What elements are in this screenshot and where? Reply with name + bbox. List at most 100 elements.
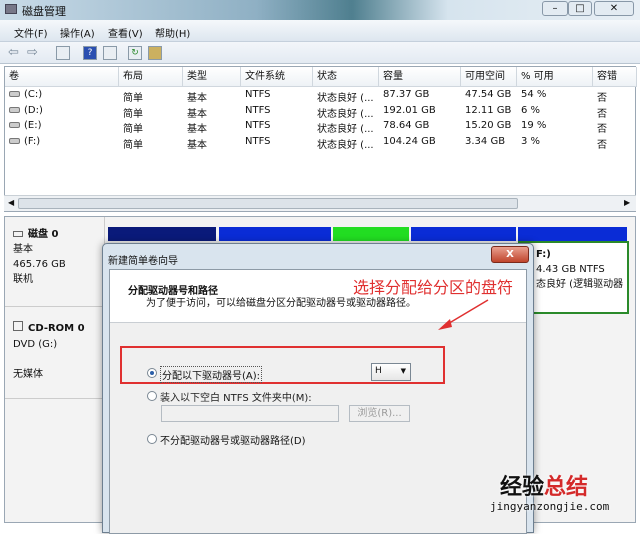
forward-icon[interactable]: ⇨: [27, 45, 38, 60]
drive-letter-value: H: [375, 366, 382, 376]
disk0-name: 磁盘 0: [28, 229, 59, 240]
free-space-bar[interactable]: [333, 227, 409, 241]
dialog-close-button[interactable]: X: [491, 246, 529, 263]
cell-text: 54 %: [521, 89, 547, 100]
col-free-space[interactable]: 可用空间: [461, 67, 517, 87]
drive-icon: [9, 106, 20, 113]
menu-action[interactable]: 操作(A): [60, 25, 95, 40]
col-capacity[interactable]: 容量: [379, 67, 461, 87]
table-cell: 基本: [187, 120, 207, 135]
toolbar: ⇦ ⇨ ? ↻: [0, 42, 640, 64]
cdrom0-status: 无媒体: [13, 369, 43, 380]
cdrom0-name: CD-ROM 0: [28, 323, 85, 334]
annotation-arrow: [438, 299, 489, 330]
watermark: 经验总结 jingyanzongjie.com: [490, 475, 609, 514]
table-cell: 基本: [187, 136, 207, 151]
cell-text: 否: [597, 93, 607, 104]
disk-icon: [13, 231, 23, 237]
scroll-left-icon[interactable]: ◀: [8, 198, 14, 207]
col-filesystem[interactable]: 文件系统: [241, 67, 313, 87]
cell-text: 87.37 GB: [383, 89, 430, 100]
table-cell: 简单: [123, 120, 143, 135]
cell-text: 78.64 GB: [383, 120, 430, 131]
cell-text: 基本: [187, 93, 207, 104]
table-row[interactable]: (D:) 简单 基本 NTFS 状态良好 (... 192.01 GB 12.11 GB 6 …: [5, 104, 635, 120]
table-cell: 否: [597, 105, 607, 120]
menu-help[interactable]: 帮助(H): [155, 25, 190, 40]
table-cell: 192.01 GB: [383, 105, 436, 116]
cdrom-icon: [13, 321, 23, 331]
window-title: 磁盘管理: [22, 5, 66, 18]
cdrom0-type: DVD (G:): [13, 339, 58, 350]
action-pane-icon[interactable]: [103, 46, 117, 60]
menu-view[interactable]: 查看(V): [108, 25, 143, 40]
table-cell: NTFS: [245, 120, 271, 131]
no-assign-radio[interactable]: [147, 434, 157, 444]
cell-text: 47.54 GB: [465, 89, 512, 100]
assign-letter-radio[interactable]: [147, 368, 157, 378]
cell-text: 基本: [187, 124, 207, 135]
disk0-size: 465.76 GB: [13, 259, 66, 270]
properties-icon[interactable]: [148, 46, 162, 60]
minimize-button[interactable]: –: [542, 1, 568, 16]
drive-icon: [9, 122, 20, 128]
partition-d-bar[interactable]: [219, 227, 331, 241]
cdrom0-info[interactable]: CD-ROM 0 DVD (G:) 无媒体: [5, 309, 105, 399]
table-cell: 简单: [123, 105, 143, 120]
cell-text: 3 %: [521, 135, 541, 147]
table-cell: 87.37 GB: [383, 89, 429, 100]
table-cell: 104.24 GB: [383, 136, 436, 147]
col-status[interactable]: 状态: [313, 67, 379, 87]
partition-f-label: F:): [536, 249, 551, 260]
cell-text: NTFS: [245, 104, 271, 116]
table-cell: 否: [597, 120, 607, 135]
table-row[interactable]: (F:) 简单 基本 NTFS 状态良好 (... 104.24 GB 3.34 GB 3 %…: [5, 135, 635, 151]
table-cell: 12.11 GB: [465, 105, 511, 116]
close-button[interactable]: ✕: [594, 1, 634, 16]
horizontal-scrollbar[interactable]: ◀ ▶: [4, 195, 636, 211]
table-row[interactable]: (E:) 简单 基本 NTFS 状态良好 (... 78.64 GB 15.20 GB 19 …: [5, 119, 635, 135]
browse-button[interactable]: 浏览(R)...: [349, 405, 410, 422]
table-cell: 状态良好 (...: [317, 105, 374, 120]
drive-letter-dropdown[interactable]: H ▼: [371, 363, 411, 381]
scroll-right-icon[interactable]: ▶: [624, 198, 630, 207]
disk0-info[interactable]: 磁盘 0 基本 465.76 GB 联机: [5, 217, 105, 307]
scroll-thumb[interactable]: [18, 198, 518, 209]
partition-f-bar[interactable]: [518, 227, 627, 241]
cell-text: 简单: [123, 93, 143, 104]
table-cell: 3 %: [521, 136, 540, 147]
console-tree-icon[interactable]: [56, 46, 70, 60]
cell-text: 基本: [187, 139, 207, 151]
partition-f-block[interactable]: F:) 4.43 GB NTFS 态良好 (逻辑驱动器: [518, 241, 629, 314]
partition-e-bar[interactable]: [411, 227, 516, 241]
maximize-button[interactable]: □: [568, 1, 592, 16]
col-layout[interactable]: 布局: [119, 67, 183, 87]
menu-file[interactable]: 文件(F): [14, 25, 48, 40]
cell-text: 状态良好 (...: [317, 124, 374, 135]
watermark-cn1: 经验: [500, 475, 545, 500]
col-percent-free[interactable]: % 可用: [517, 67, 593, 87]
cell-text: 104.24 GB: [383, 135, 436, 147]
table-cell: 47.54 GB: [465, 89, 511, 100]
table-cell: 否: [597, 89, 607, 104]
refresh-icon[interactable]: ↻: [128, 46, 142, 60]
folder-path-input[interactable]: [161, 405, 339, 422]
no-assign-label[interactable]: 不分配驱动器号或驱动器路径(D): [160, 432, 306, 447]
help-icon[interactable]: ?: [83, 46, 97, 60]
mount-folder-label[interactable]: 装入以下空白 NTFS 文件夹中(M):: [160, 389, 312, 404]
volume-table: 卷 布局 类型 文件系统 状态 容量 可用空间 % 可用 容错 (C:) 简单 基本…: [4, 66, 637, 212]
table-cell: 状态良好 (...: [317, 89, 374, 104]
partition-c-bar[interactable]: [108, 227, 216, 241]
cell-text: 19 %: [521, 120, 547, 131]
assign-letter-label[interactable]: 分配以下驱动器号(A):: [160, 366, 263, 383]
col-volume[interactable]: 卷: [5, 67, 119, 87]
cell-text: (C:): [24, 89, 43, 100]
mount-folder-radio[interactable]: [147, 391, 157, 401]
col-fault-tolerance[interactable]: 容错: [593, 67, 637, 87]
table-row[interactable]: (C:) 简单 基本 NTFS 状态良好 (... 87.37 GB 47.54 GB 54 …: [5, 88, 635, 104]
col-type[interactable]: 类型: [183, 67, 241, 87]
cell-text: 6 %: [521, 104, 541, 116]
table-cell: 78.64 GB: [383, 120, 429, 131]
table-cell: (C:): [9, 89, 42, 100]
back-icon[interactable]: ⇦: [8, 45, 19, 60]
